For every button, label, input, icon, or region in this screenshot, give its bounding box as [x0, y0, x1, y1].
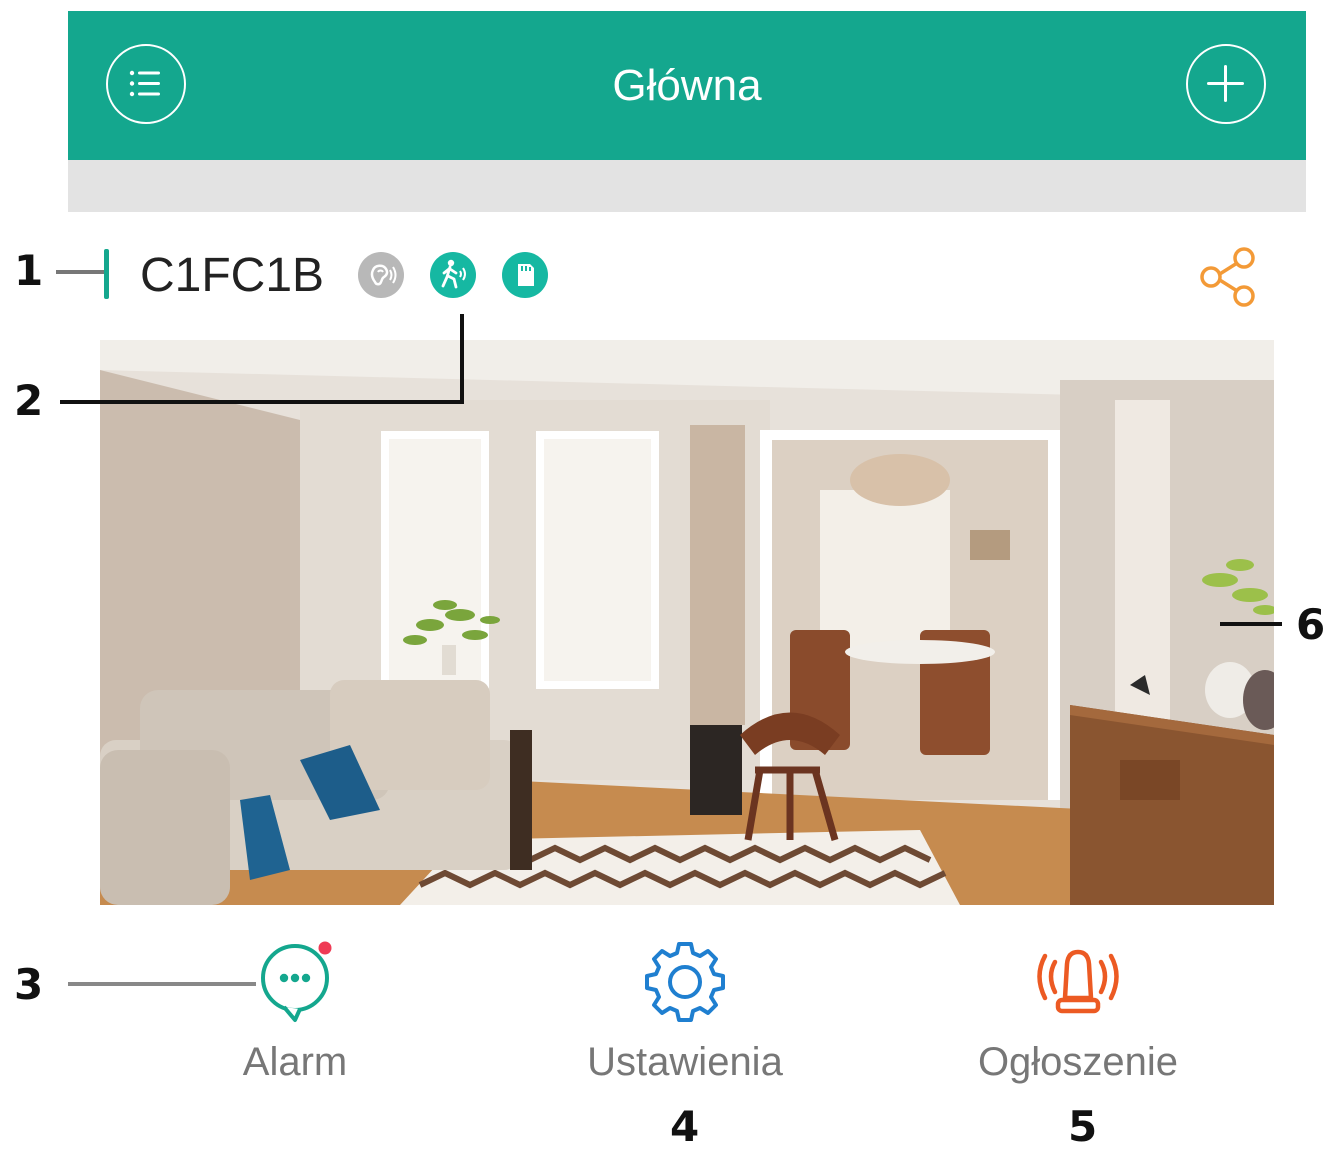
callout-2-line-vertical: [460, 314, 464, 404]
notification-badge: [318, 941, 332, 955]
settings-label: Ustawienia: [587, 1040, 783, 1084]
callout-2-line: [60, 400, 464, 404]
add-device-button[interactable]: [1186, 44, 1266, 124]
plus-icon: [1207, 65, 1244, 102]
share-icon: [1200, 247, 1255, 307]
callout-3: 3: [14, 960, 44, 1009]
callout-6-line: [1220, 622, 1282, 626]
callout-2: 2: [14, 376, 44, 425]
siren-icon: [1037, 949, 1119, 1014]
device-name[interactable]: C1FC1B: [140, 248, 324, 304]
motion-detection-icon: [430, 252, 476, 298]
settings-button[interactable]: Ustawienia: [535, 940, 835, 1086]
share-button[interactable]: [1196, 244, 1262, 310]
alarm-message-icon: [261, 941, 332, 1022]
page-title: Główna: [612, 61, 762, 110]
callout-6: 6: [1296, 600, 1326, 649]
online-status-indicator: [104, 249, 109, 299]
camera-live-view[interactable]: [100, 340, 1274, 905]
callout-5: 5: [1068, 1102, 1098, 1151]
callout-3-line: [68, 982, 256, 986]
sub-header-bar: [68, 160, 1306, 212]
camera-snapshot: [100, 340, 1274, 905]
announcement-label: Ogłoszenie: [977, 1040, 1179, 1084]
alarm-button[interactable]: Alarm: [145, 940, 445, 1086]
alarm-label: Alarm: [242, 1040, 348, 1084]
callout-1: 1: [14, 246, 44, 295]
sd-card-icon: [502, 252, 548, 298]
app-header: Główna: [68, 11, 1306, 160]
callout-1-line: [56, 270, 104, 274]
sound-detection-icon: [358, 252, 404, 298]
announcement-button[interactable]: Ogłoszenie: [928, 940, 1228, 1086]
gear-icon: [645, 942, 725, 1022]
callout-4: 4: [670, 1102, 700, 1151]
